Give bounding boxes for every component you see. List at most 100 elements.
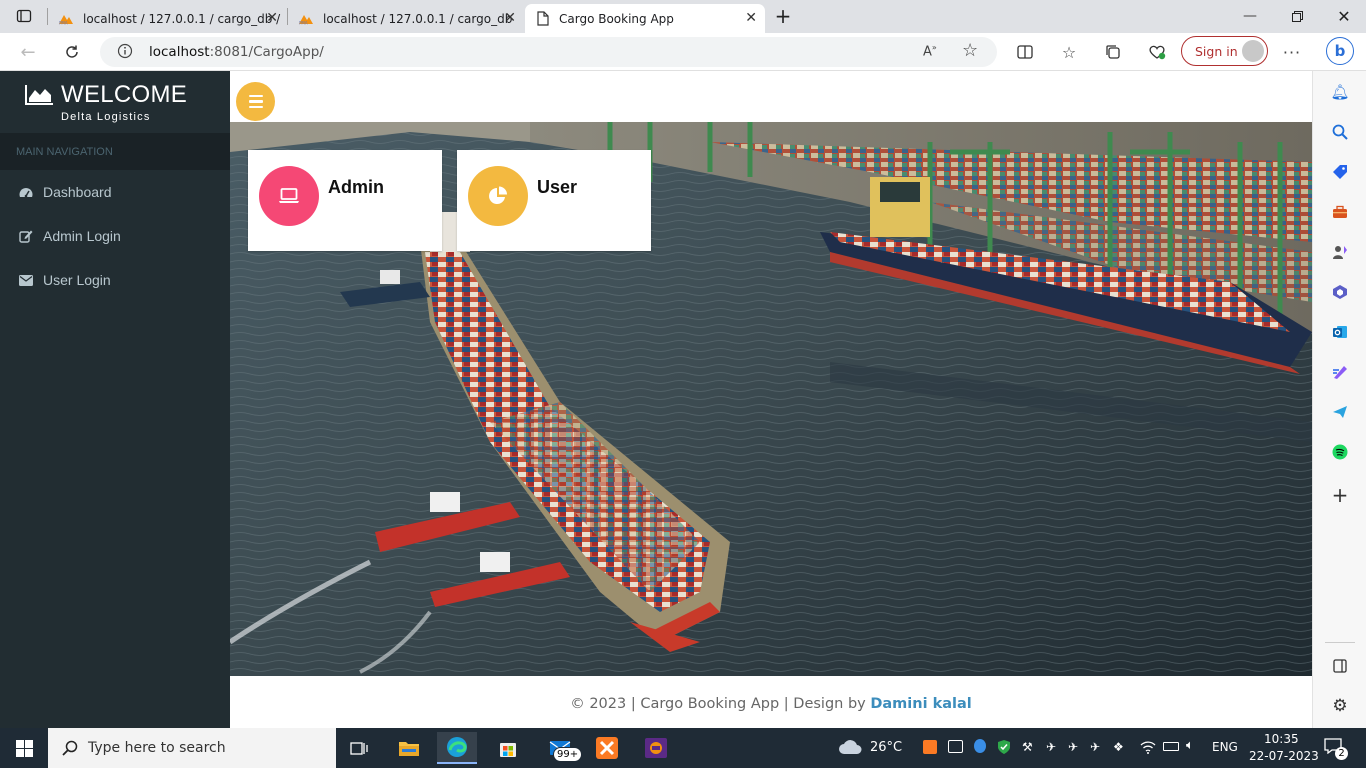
clock-date[interactable]: 22-07-2023 (1249, 749, 1319, 763)
back-icon[interactable]: ← (16, 40, 40, 64)
tray-bluetooth-icon[interactable] (974, 739, 986, 753)
tab-actions-icon[interactable] (12, 4, 36, 28)
collections-icon[interactable] (1101, 40, 1125, 64)
brand-title: WELCOME (61, 81, 188, 108)
volume-icon[interactable]: 🔈︎ (1186, 738, 1194, 753)
address-bar[interactable]: localhost:8081/CargoApp/ A» ☆ (100, 37, 997, 67)
site-info-icon[interactable] (117, 43, 133, 63)
task-view-icon[interactable] (340, 732, 380, 764)
tab-title: localhost / 127.0.0.1 / cargo_db (323, 11, 513, 26)
app-header (230, 71, 1312, 122)
tab-cargo-booking-app[interactable]: Cargo Booking App ✕ (525, 4, 765, 33)
search-icon[interactable] (1330, 122, 1350, 142)
edit-icon (19, 229, 33, 243)
close-tab-icon[interactable]: ✕ (745, 10, 757, 26)
hero-image-cargo-port: Admin User (230, 122, 1312, 676)
svg-text:PMA: PMA (59, 20, 68, 25)
app-sidebar: WELCOME Delta Logistics MAIN NAVIGATION … (0, 71, 230, 728)
windows-start-icon[interactable] (4, 732, 44, 764)
footer-author-link[interactable]: Damini kalal (870, 696, 971, 712)
admin-card[interactable]: Admin (248, 150, 442, 251)
tab-phpmyadmin-2[interactable]: PMA localhost / 127.0.0.1 / cargo_db ✕ (288, 4, 524, 33)
phpmyadmin-icon: PMA (58, 13, 74, 25)
favorite-star-icon[interactable]: ☆ (962, 40, 978, 61)
browser-toolbar: ← localhost:8081/CargoApp/ A» ☆ ☆ Sign i… (0, 33, 1366, 71)
xampp-icon[interactable] (587, 732, 627, 764)
telegram-send-icon[interactable] (1330, 402, 1350, 422)
sidebar-item-admin-login[interactable]: Admin Login (0, 214, 230, 258)
mail-icon[interactable]: 99+ (540, 732, 583, 764)
phpmyadmin-icon: PMA (298, 13, 314, 25)
nav-header: MAIN NAVIGATION (0, 133, 230, 170)
sidebar-item-label: Dashboard (43, 184, 112, 200)
app-icon[interactable] (636, 732, 676, 764)
new-tab-icon[interactable]: + (771, 4, 795, 28)
close-tab-icon[interactable]: ✕ (504, 10, 516, 26)
microsoft-store-icon[interactable] (488, 732, 528, 764)
tray-network-icon[interactable]: ⚒ (1022, 740, 1033, 754)
settings-gear-icon[interactable]: ⚙ (1330, 696, 1350, 716)
app-footer: © 2023 | Cargo Booking App | Design by D… (230, 676, 1312, 728)
pie-chart-icon (468, 166, 528, 226)
sign-in-button[interactable]: Sign in (1181, 36, 1268, 66)
windows-taskbar: Type here to search 99+ 26°C ⚒ ✈ ✈ ✈ ❖ 🔈… (0, 728, 1366, 768)
file-explorer-icon[interactable] (389, 732, 429, 764)
battery-icon[interactable] (1163, 742, 1179, 751)
taskbar-search-input[interactable]: Type here to search (48, 728, 336, 768)
weather-cloud-icon[interactable] (838, 739, 862, 759)
tab-strip: PMA localhost / 127.0.0.1 / cargo_db / ✕… (0, 0, 1366, 33)
minimize-icon[interactable]: — (1238, 4, 1262, 28)
close-tab-icon[interactable]: ✕ (266, 10, 278, 26)
sidebar-toggle-button[interactable] (236, 82, 275, 121)
outlook-icon[interactable] (1330, 322, 1350, 342)
more-options-icon[interactable]: ··· (1280, 40, 1304, 64)
split-screen-icon[interactable] (1013, 40, 1037, 64)
tray-app-icon-2[interactable]: ✈ (1068, 740, 1078, 754)
brand-logo[interactable]: WELCOME Delta Logistics (0, 71, 230, 133)
brand-subtitle: Delta Logistics (61, 111, 151, 123)
microsoft-365-icon[interactable] (1330, 282, 1350, 302)
notifications-bell-icon[interactable]: 🔔︎ (1330, 82, 1350, 102)
tray-screenshot-icon[interactable] (948, 740, 963, 753)
edge-sidebar: 🔔︎ + ⚙ (1312, 71, 1366, 728)
drop-icon[interactable] (1330, 362, 1350, 382)
bing-copilot-icon[interactable]: b (1326, 37, 1354, 65)
tray-security-shield-icon[interactable] (997, 739, 1011, 759)
sign-in-label: Sign in (1195, 44, 1238, 59)
tab-phpmyadmin-1[interactable]: PMA localhost / 127.0.0.1 / cargo_db / ✕ (48, 4, 286, 33)
tools-icon[interactable] (1330, 202, 1350, 222)
notification-count-badge: 2 (1335, 747, 1348, 760)
language-indicator[interactable]: ENG (1212, 740, 1238, 754)
edge-browser-icon[interactable] (437, 732, 477, 764)
spotify-icon[interactable] (1330, 442, 1350, 462)
clock-time[interactable]: 10:35 (1264, 732, 1299, 746)
footer-text: © 2023 | Cargo Booking App | Design by (570, 696, 871, 712)
admin-card-label: Admin (328, 177, 384, 197)
search-icon (62, 740, 78, 760)
avatar (1242, 40, 1264, 62)
browser-essentials-icon[interactable] (1145, 40, 1169, 64)
close-window-icon[interactable]: ✕ (1332, 4, 1356, 28)
search-placeholder: Type here to search (88, 740, 226, 756)
sidebar-item-dashboard[interactable]: Dashboard (0, 170, 230, 214)
url-text[interactable]: localhost:8081/CargoApp/ (149, 44, 324, 60)
tray-app-icon-1[interactable]: ✈ (1046, 740, 1056, 754)
user-card[interactable]: User (457, 150, 651, 251)
tray-app-icon-4[interactable]: ❖ (1113, 740, 1124, 754)
shopping-tag-icon[interactable] (1330, 162, 1350, 182)
restore-icon[interactable] (1285, 4, 1309, 28)
favorites-icon[interactable]: ☆ (1057, 40, 1081, 64)
read-aloud-icon[interactable]: A» (923, 43, 937, 59)
envelope-icon (19, 273, 33, 287)
wifi-icon[interactable] (1140, 739, 1156, 758)
hide-sidebar-icon[interactable] (1330, 656, 1350, 676)
refresh-icon[interactable] (60, 40, 84, 64)
area-chart-icon (25, 84, 54, 109)
sidebar-item-user-login[interactable]: User Login (0, 258, 230, 302)
tray-xampp-icon[interactable] (923, 740, 937, 754)
tray-app-icon-3[interactable]: ✈ (1090, 740, 1100, 754)
sidebar-item-label: Admin Login (43, 228, 121, 244)
mail-badge: 99+ (553, 747, 583, 762)
add-icon[interactable]: + (1330, 483, 1350, 507)
games-icon[interactable] (1330, 242, 1350, 262)
